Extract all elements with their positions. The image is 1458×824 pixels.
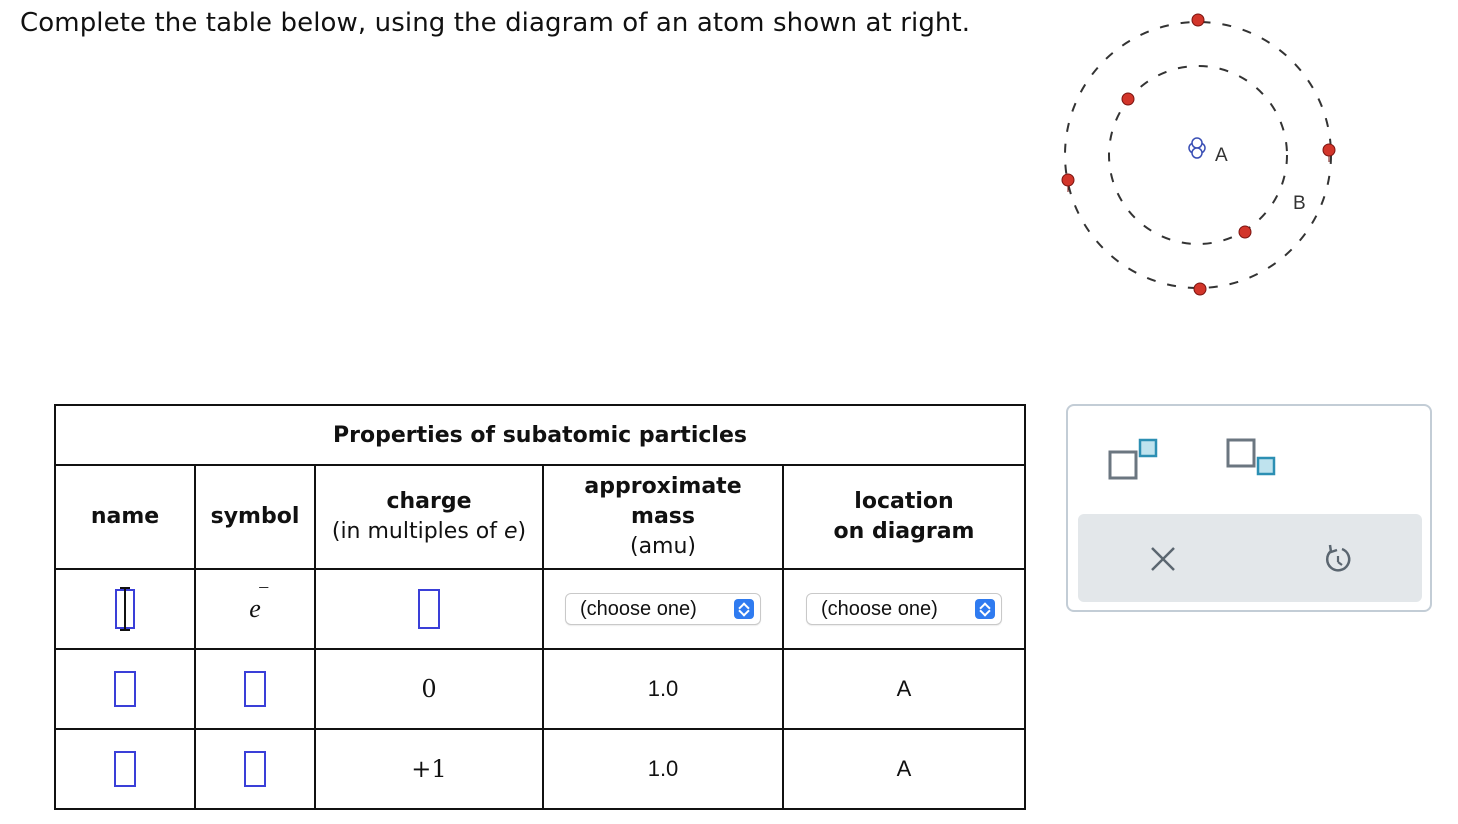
subscript-button[interactable] xyxy=(1226,436,1278,484)
mass-select-1[interactable]: (choose one) xyxy=(565,593,761,625)
electron-icon xyxy=(1322,143,1336,162)
electron-icon xyxy=(1121,92,1135,106)
mass-value-2: 1.0 xyxy=(647,676,679,701)
superscript-button[interactable] xyxy=(1108,436,1160,484)
properties-table: Properties of subatomic particles name s… xyxy=(54,404,1026,810)
table-title: Properties of subatomic particles xyxy=(54,404,1026,466)
charge-value-3: +1 xyxy=(411,755,447,783)
location-value-2: A xyxy=(896,676,912,701)
header-symbol: symbol xyxy=(210,504,300,529)
name-input-1[interactable] xyxy=(115,587,135,631)
mass-select-1-value: (choose one) xyxy=(580,597,697,620)
symbol-input-3[interactable] xyxy=(244,751,266,787)
mass-value-3: 1.0 xyxy=(647,756,679,781)
location-select-1[interactable]: (choose one) xyxy=(806,593,1002,625)
symbol-electron: e – xyxy=(249,576,269,623)
table-row: e – (choose one) (choose one) xyxy=(54,568,1026,650)
table-row: 0 1.0 A xyxy=(54,648,1026,730)
header-row: name symbol charge (in multiples of e) a… xyxy=(54,464,1026,570)
header-charge: charge xyxy=(386,489,472,514)
electron-icon xyxy=(1238,225,1252,239)
atom-diagram: A B xyxy=(1050,0,1350,310)
math-tool-panel xyxy=(1066,404,1432,612)
header-location: location xyxy=(854,489,954,514)
question-prompt: Complete the table below, using the diag… xyxy=(20,8,971,38)
nucleus-icon xyxy=(1188,137,1206,159)
electron-icon xyxy=(1061,173,1075,192)
header-name: name xyxy=(90,504,160,529)
undo-button[interactable] xyxy=(1322,542,1354,576)
label-b: B xyxy=(1293,193,1306,214)
header-mass-2: mass xyxy=(631,504,695,529)
header-mass: approximate xyxy=(584,474,742,499)
action-bar xyxy=(1078,514,1422,602)
label-a: A xyxy=(1215,145,1228,166)
electron-icon xyxy=(1193,282,1207,296)
superscript-icon xyxy=(1108,438,1158,480)
header-location-2: on diagram xyxy=(833,519,975,544)
clear-button[interactable] xyxy=(1148,544,1178,574)
location-value-3: A xyxy=(896,756,912,781)
header-charge-sub: (in multiples of e) xyxy=(331,519,527,544)
name-input-2[interactable] xyxy=(114,671,136,707)
close-icon xyxy=(1151,547,1175,571)
chevron-updown-icon xyxy=(734,599,754,619)
header-mass-sub: (amu) xyxy=(629,534,697,559)
undo-icon xyxy=(1326,544,1351,572)
symbol-input-2[interactable] xyxy=(244,671,266,707)
subscript-icon xyxy=(1226,438,1276,476)
charge-value-2: 0 xyxy=(421,675,437,703)
name-input-3[interactable] xyxy=(114,751,136,787)
charge-input-1[interactable] xyxy=(418,589,440,629)
location-select-1-value: (choose one) xyxy=(821,597,938,620)
electron-icon xyxy=(1191,13,1205,27)
table-row: +1 1.0 A xyxy=(54,728,1026,810)
chevron-updown-icon xyxy=(975,599,995,619)
